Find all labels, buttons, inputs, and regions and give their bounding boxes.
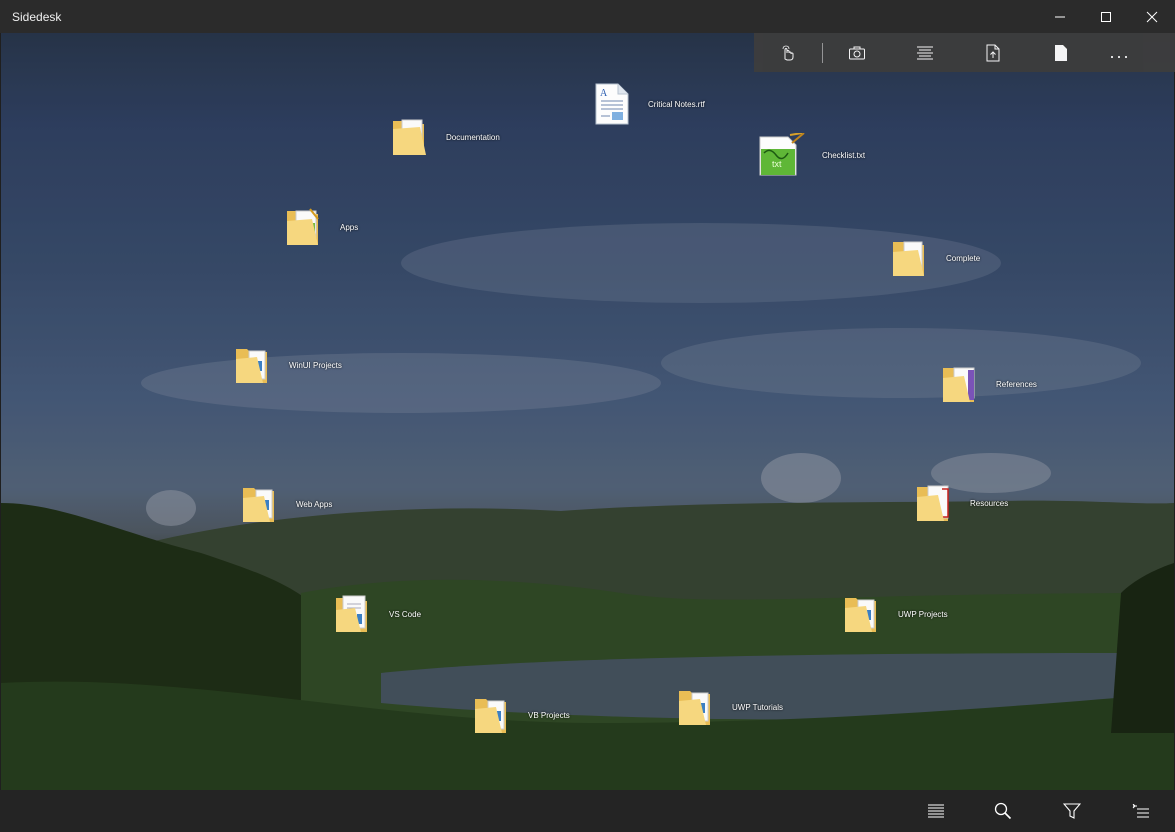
desktop-item-documentation[interactable]: A Documentation [390, 115, 500, 159]
text-document-icon: txt [756, 132, 805, 177]
touch-hand-icon [782, 45, 794, 60]
title-bar: Sidedesk [0, 0, 1175, 33]
folder-pdf-icon: A [390, 115, 430, 159]
sort-icon [1132, 804, 1149, 818]
folder-icon [676, 685, 716, 729]
text-align-icon [917, 46, 933, 59]
more-options-button[interactable]: ... [1095, 33, 1145, 72]
minimize-button[interactable] [1037, 0, 1083, 33]
desktop-item-label: Critical Notes.rtf [648, 99, 705, 109]
desktop-item-apps[interactable]: Apps [284, 205, 358, 249]
desktop-wallpaper [1, 33, 1174, 790]
app-title: Sidedesk [12, 9, 62, 24]
maximize-icon [1101, 11, 1111, 22]
touch-mode-button[interactable] [754, 33, 822, 72]
filter-button[interactable] [1042, 790, 1102, 832]
desktop-item-label: VB Projects [528, 710, 570, 720]
desktop-item-label: UWP Tutorials [732, 702, 783, 712]
sort-button[interactable] [1110, 790, 1170, 832]
desktop-item-uwp-tutorials[interactable]: UWP Tutorials [676, 685, 783, 729]
desktop-item-label: UWP Projects [898, 609, 948, 619]
screenshot-button[interactable] [823, 33, 891, 72]
folder-icon [472, 693, 512, 737]
folder-icon [842, 592, 882, 636]
svg-text:A: A [600, 88, 608, 99]
folder-icon [940, 362, 980, 406]
close-icon [1146, 11, 1158, 22]
desktop-item-label: Web Apps [296, 499, 333, 509]
desktop-item-checklist[interactable]: txt Checklist.txt [756, 132, 866, 177]
folder-pdf-icon [914, 481, 954, 525]
desktop-item-critical-notes[interactable]: A Critical Notes.rtf [592, 82, 705, 126]
minimize-icon [1055, 16, 1065, 17]
desktop-item-label: WinUI Projects [289, 360, 342, 370]
maximize-button[interactable] [1083, 0, 1129, 33]
folder-icon [890, 236, 930, 280]
camera-icon [849, 46, 865, 59]
top-toolbar: ... [754, 33, 1175, 72]
desktop-item-uwp-projects[interactable]: UWP Projects [842, 592, 948, 636]
desktop-item-vb-projects[interactable]: VB Projects [472, 693, 570, 737]
list-icon [928, 804, 944, 818]
folder-apps-icon [284, 205, 324, 249]
list-view-button[interactable] [906, 790, 966, 832]
text-align-button[interactable] [891, 33, 959, 72]
desktop-item-label: Complete [946, 253, 981, 263]
rtf-document-icon: A [592, 82, 632, 126]
desktop-item-complete[interactable]: Complete [890, 236, 980, 280]
folder-icon [233, 343, 273, 387]
search-button[interactable] [973, 790, 1033, 832]
folder-icon [333, 592, 373, 636]
export-page-button[interactable] [959, 33, 1027, 72]
folder-icon [240, 482, 280, 526]
export-page-icon [986, 44, 1000, 61]
desktop-item-references[interactable]: References [940, 362, 1037, 406]
search-icon [994, 802, 1012, 820]
bottom-bar [0, 790, 1175, 832]
desktop-item-label: Resources [970, 498, 1009, 508]
desktop-item-label: References [996, 379, 1037, 389]
wallpaper-shade [1, 33, 1174, 790]
new-page-button[interactable] [1027, 33, 1095, 72]
filter-icon [1063, 803, 1081, 819]
close-button[interactable] [1129, 0, 1175, 33]
desktop-item-resources[interactable]: Resources [914, 481, 1008, 525]
desktop-item-label: Checklist.txt [822, 150, 866, 160]
desktop-item-label: Documentation [446, 132, 500, 142]
blank-page-icon [1055, 44, 1067, 61]
desktop-item-winui-projects[interactable]: WinUI Projects [233, 343, 342, 387]
desktop-item-label: VS Code [389, 609, 422, 619]
desktop-item-label: Apps [340, 222, 359, 232]
desktop-item-vs-code[interactable]: VS Code [333, 592, 421, 636]
desktop-item-web-apps[interactable]: Web Apps [240, 482, 332, 526]
svg-text:txt: txt [772, 159, 782, 169]
window-controls [1037, 0, 1175, 33]
